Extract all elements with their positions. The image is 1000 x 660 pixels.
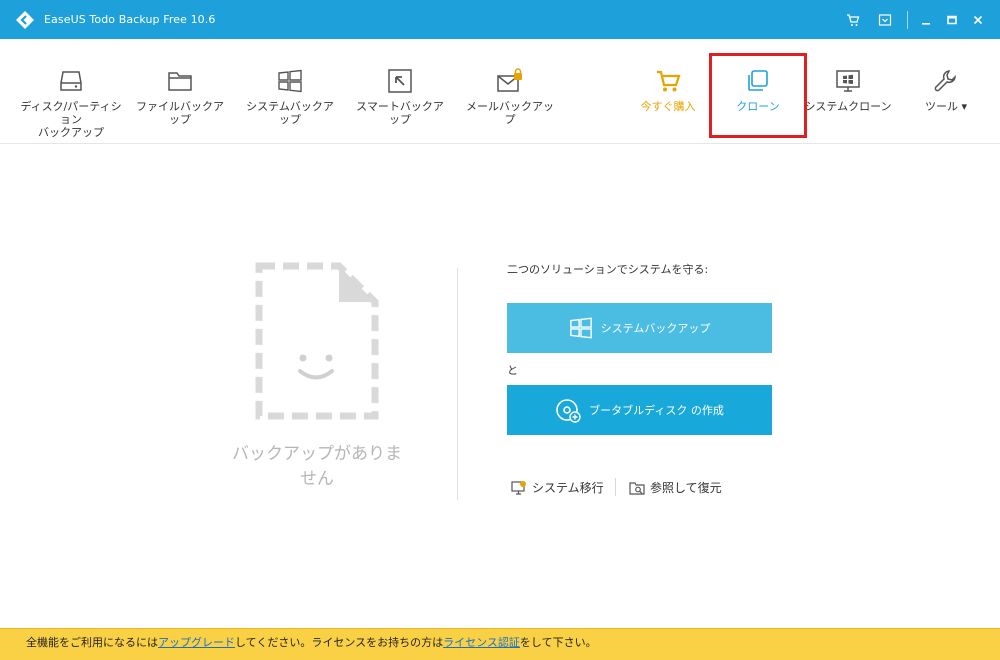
wrench-icon: [933, 68, 959, 94]
toolbar-system-backup[interactable]: システムバックアップ: [242, 39, 338, 144]
minimize-icon[interactable]: [918, 12, 934, 28]
clone-highlight-box: [709, 53, 807, 138]
footer-text-pre: 全機能をご利用になるには: [26, 636, 158, 649]
smart-arrow-icon: [387, 68, 413, 94]
title-bar: EaseUS Todo Backup Free 10.6: [0, 0, 1000, 39]
window-title: EaseUS Todo Backup Free 10.6: [44, 13, 216, 26]
mail-lock-icon: [496, 68, 524, 94]
windows-icon: [277, 68, 303, 94]
system-migrate-link[interactable]: システム移行: [511, 479, 604, 496]
titlebar-separator: [907, 11, 908, 29]
disc-add-icon: [555, 397, 581, 423]
easeus-logo-icon: [14, 9, 36, 31]
browse-restore-link[interactable]: 参照して復元: [629, 479, 722, 496]
system-backup-button[interactable]: システムバックアップ: [507, 303, 772, 353]
and-text: と: [507, 364, 518, 377]
toolbar-file-backup[interactable]: ファイルバックアップ: [132, 39, 228, 144]
empty-document-icon: [255, 262, 379, 420]
no-backup-text: バックアップがありません: [232, 444, 402, 489]
maximize-icon[interactable]: [944, 12, 960, 28]
hard-drive-icon: [58, 68, 84, 94]
menu-dropdown-icon[interactable]: [877, 12, 893, 28]
license-footer-bar: 全機能をご利用になるにはアップグレードしてください。ライセンスをお持ちの方はライ…: [0, 628, 1000, 660]
create-bootable-disk-button[interactable]: ブータブルディスク の作成: [507, 385, 772, 435]
close-icon[interactable]: [970, 12, 986, 28]
toolbar-smart-backup[interactable]: スマートバックアップ: [352, 39, 448, 144]
folder-search-icon: [629, 480, 645, 496]
cart-icon[interactable]: [845, 12, 861, 28]
upgrade-link[interactable]: アップグレード: [158, 636, 235, 649]
system-migrate-icon: [511, 480, 527, 496]
toolbar-buy-now[interactable]: 今すぐ購入: [628, 39, 708, 144]
link-separator: [615, 478, 616, 496]
system-clone-icon: [835, 68, 861, 94]
toolbar-system-clone[interactable]: システムクローン: [804, 39, 892, 144]
license-activation-link[interactable]: ライセンス認証: [443, 636, 520, 649]
footer-text-post: をして下さい。: [519, 636, 597, 649]
solution-title: 二つのソリューションでシステムを守る:: [507, 263, 709, 276]
vertical-divider: [457, 268, 458, 500]
main-toolbar: ディスク/パーティション バックアップ ファイルバックアップ システムバックアッ…: [0, 39, 1000, 144]
windows-icon: [569, 316, 593, 340]
folder-icon: [167, 68, 193, 94]
toolbar-disk-partition-backup[interactable]: ディスク/パーティション バックアップ: [16, 39, 126, 144]
cart-icon: [655, 68, 681, 94]
toolbar-mail-backup[interactable]: メールバックアップ: [462, 39, 558, 144]
footer-text-mid: してください。ライセンスをお持ちの方は: [235, 636, 444, 649]
toolbar-tools-menu[interactable]: ツール ▾: [906, 39, 986, 144]
